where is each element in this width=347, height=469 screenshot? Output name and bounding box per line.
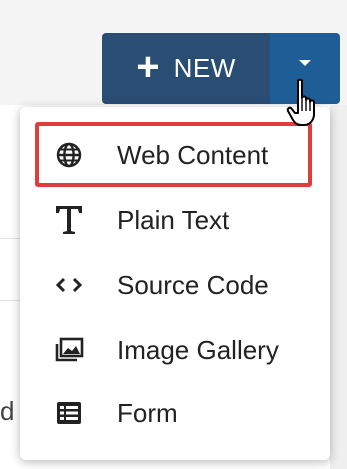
menu-item-label: Source Code bbox=[117, 269, 269, 300]
menu-item-plain-text[interactable]: Plain Text bbox=[20, 192, 330, 248]
menu-item-label: Web Content bbox=[117, 139, 269, 170]
menu-item-label: Image Gallery bbox=[117, 334, 279, 365]
background-divider bbox=[0, 300, 20, 301]
menu-item-label: Plain Text bbox=[117, 204, 230, 235]
hand-cursor-icon bbox=[286, 78, 322, 128]
text-icon bbox=[50, 201, 88, 239]
menu-item-label: Form bbox=[117, 397, 178, 428]
menu-item-web-content[interactable]: Web Content bbox=[20, 127, 330, 183]
caret-down-icon bbox=[299, 59, 311, 66]
globe-icon bbox=[50, 136, 88, 174]
background-partial-text: d bbox=[0, 396, 15, 426]
menu-item-form[interactable]: Form bbox=[20, 385, 330, 441]
image-gallery-icon bbox=[50, 331, 88, 369]
plus-icon: + bbox=[136, 44, 160, 89]
new-dropdown-menu: Web Content Plain Text Source Code Image… bbox=[20, 107, 330, 460]
menu-item-image-gallery[interactable]: Image Gallery bbox=[20, 322, 330, 378]
menu-item-source-code[interactable]: Source Code bbox=[20, 257, 330, 313]
scrollbar-track[interactable] bbox=[330, 105, 347, 469]
form-icon bbox=[50, 394, 88, 432]
new-button-label: NEW bbox=[173, 53, 236, 83]
code-icon bbox=[50, 266, 88, 304]
new-button[interactable]: + NEW bbox=[102, 33, 270, 104]
screen: d + NEW Web Content Plain Text Source Co… bbox=[0, 0, 347, 469]
background-divider bbox=[0, 238, 20, 239]
